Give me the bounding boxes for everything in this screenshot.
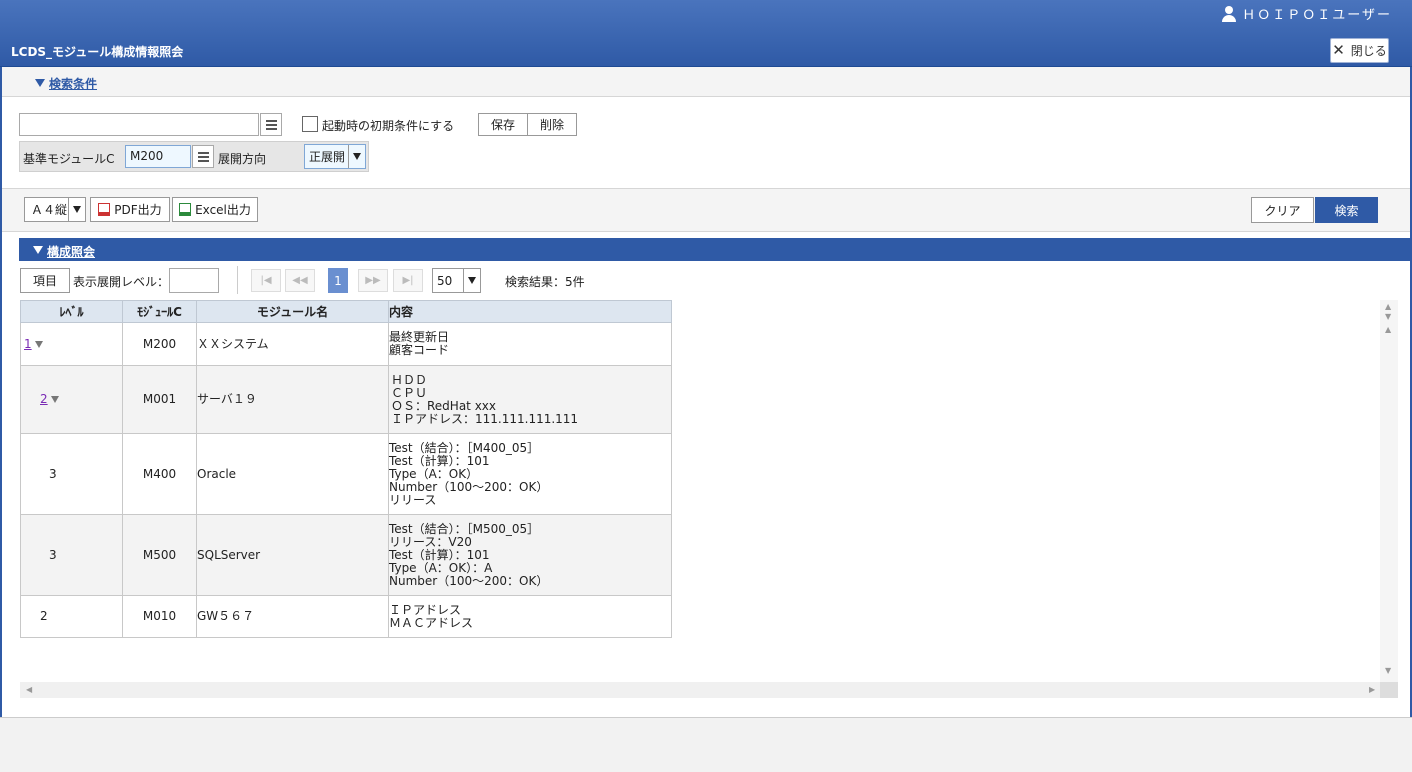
chevron-down-icon	[463, 269, 480, 292]
expand-triangle-icon[interactable]	[34, 340, 43, 348]
save-button[interactable]: 保存	[478, 113, 528, 136]
chevron-down-icon	[348, 145, 365, 168]
module-code: M010	[122, 595, 197, 638]
display-level-input[interactable]	[169, 268, 219, 293]
content-cell: ＨＤＤ ＣＰＵ ＯＳ：RedHat xxx ＩＰアドレス：111.111.111.11…	[388, 365, 672, 434]
search-form-grid: 基準モジュールC M200 展開方向 正展開	[19, 141, 369, 172]
collapse-triangle-icon	[33, 246, 43, 254]
module-name: SQLServer	[196, 514, 389, 596]
column-header-content[interactable]: 内容	[388, 300, 672, 323]
scroll-corner	[1380, 682, 1398, 698]
user-name: ＨＯＩＰＯＩユーザー	[1242, 8, 1392, 23]
search-condition-input[interactable]	[19, 113, 259, 136]
excel-icon	[179, 203, 192, 216]
default-condition-label: 起動時の初期条件にする	[322, 119, 455, 133]
direction-label: 展開方向	[218, 152, 267, 166]
content-cell: Test（結合）：［M500_05］ リリース：V20 Test（計算）：101 Ty…	[388, 514, 672, 596]
clear-button[interactable]: クリア	[1251, 197, 1314, 223]
pdf-export-button[interactable]: PDF出力	[90, 197, 170, 222]
table-row[interactable]: 2 M001 サーバ１９ ＨＤＤ ＣＰＵ ＯＳ：RedHat xxx ＩＰアドレス：1…	[20, 365, 672, 434]
base-module-label: 基準モジュールC	[23, 152, 115, 166]
level-link[interactable]: 2	[40, 392, 48, 406]
close-button[interactable]: ✕ 閉じる	[1330, 38, 1389, 63]
search-button[interactable]: 検索	[1315, 197, 1378, 223]
scroll-down-icon[interactable]: ▼	[1385, 312, 1391, 321]
table-row[interactable]: 3 M500 SQLServer Test（結合）：［M500_05］ リリース：…	[20, 514, 672, 596]
result-table: ﾚﾍﾞﾙ ﾓｼﾞｭｰﾙC モジュール名 内容 1 M200 ＸＸシステム 最終更…	[20, 300, 672, 638]
list-icon	[197, 151, 209, 154]
search-section-label[interactable]: 検索条件	[49, 75, 97, 92]
default-condition-checkbox[interactable]	[302, 116, 318, 132]
last-page-button[interactable]: ▶|	[393, 269, 423, 292]
chevron-down-icon	[68, 198, 85, 221]
first-page-button[interactable]: |◀	[251, 269, 281, 292]
level-link[interactable]: 1	[24, 337, 32, 351]
list-icon	[265, 119, 277, 122]
scroll-left-icon[interactable]: ◀	[26, 685, 32, 694]
excel-export-button[interactable]: Excel出力	[172, 197, 258, 222]
scroll-right-icon[interactable]: ▶	[1369, 685, 1375, 694]
search-section-header[interactable]: 検索条件	[2, 67, 1410, 97]
result-count: 検索結果：5件	[505, 275, 585, 289]
module-code: M400	[122, 433, 197, 515]
base-module-list-button[interactable]	[192, 145, 214, 168]
module-name: Oracle	[196, 433, 389, 515]
module-name: サーバ１９	[196, 365, 389, 434]
level-value: 2	[20, 595, 123, 638]
base-module-input[interactable]: M200	[125, 145, 191, 168]
pdf-icon	[98, 203, 111, 216]
footer-area	[0, 717, 1412, 772]
divider	[237, 266, 238, 294]
title-bar: ＨＯＩＰＯＩユーザー LCDS_モジュール構成情報照会 ✕ 閉じる	[0, 0, 1412, 67]
module-name: ＸＸシステム	[196, 322, 389, 366]
module-name: GW５６７	[196, 595, 389, 638]
table-row[interactable]: 2 M010 GW５６７ ＩＰアドレス ＭＡＣアドレス	[20, 595, 672, 638]
current-page-button[interactable]: 1	[328, 268, 348, 293]
page-size-select[interactable]: 50	[432, 268, 481, 293]
delete-button[interactable]: 削除	[527, 113, 577, 136]
paper-size-select[interactable]: Ａ４縦	[24, 197, 86, 222]
content-cell: Test（結合）：［M400_05］ Test（計算）：101 Type（A：OK）…	[388, 433, 672, 515]
column-header-level[interactable]: ﾚﾍﾞﾙ	[20, 300, 123, 323]
horizontal-scrollbar[interactable]: ◀ ▶	[20, 682, 1380, 698]
result-section-label[interactable]: 構成照会	[47, 243, 95, 260]
expand-triangle-icon[interactable]	[50, 396, 59, 403]
prev-page-icon: ◀◀	[292, 275, 308, 286]
collapse-triangle-icon	[35, 79, 45, 87]
vertical-scrollbar[interactable]: ▲ ▼ ▲ ▼	[1380, 300, 1398, 682]
table-row[interactable]: 3 M400 Oracle Test（結合）：［M400_05］ Test（計算）…	[20, 433, 672, 515]
scroll-up-icon[interactable]: ▲	[1385, 325, 1391, 334]
column-header-name[interactable]: モジュール名	[196, 300, 389, 323]
user-icon	[1222, 5, 1237, 22]
last-page-icon: ▶|	[402, 275, 414, 286]
next-page-button[interactable]: ▶▶	[358, 269, 388, 292]
toolbar: Ａ４縦 PDF出力 Excel出力 クリア 検索	[2, 188, 1410, 232]
prev-page-button[interactable]: ◀◀	[285, 269, 315, 292]
level-value: 3	[20, 433, 123, 515]
table-row[interactable]: 1 M200 ＸＸシステム 最終更新日 顧客コード	[20, 322, 672, 366]
scroll-up-icon[interactable]: ▲	[1385, 302, 1391, 311]
page-title: LCDS_モジュール構成情報照会	[11, 45, 184, 59]
column-header-code[interactable]: ﾓｼﾞｭｰﾙC	[122, 300, 197, 323]
module-code: M500	[122, 514, 197, 596]
result-section-header[interactable]: 構成照会	[19, 238, 1410, 261]
direction-select[interactable]: 正展開	[304, 144, 366, 169]
condition-list-button[interactable]	[260, 113, 282, 136]
content-cell: 最終更新日 顧客コード	[388, 322, 672, 366]
first-page-icon: |◀	[260, 275, 272, 286]
display-level-label: 表示展開レベル：	[73, 275, 170, 289]
level-value: 3	[20, 514, 123, 596]
next-page-icon: ▶▶	[365, 275, 381, 286]
items-button[interactable]: 項目	[20, 268, 70, 293]
close-icon: ✕	[1332, 41, 1345, 59]
scroll-down-icon[interactable]: ▼	[1385, 666, 1391, 675]
module-code: M200	[122, 322, 197, 366]
user-menu[interactable]: ＨＯＩＰＯＩユーザー	[1222, 4, 1392, 23]
content-cell: ＩＰアドレス ＭＡＣアドレス	[388, 595, 672, 638]
table-header-row: ﾚﾍﾞﾙ ﾓｼﾞｭｰﾙC モジュール名 内容	[20, 300, 672, 323]
main-panel: 検索条件 起動時の初期条件にする 保存 削除 基準モジュールC M200 展開方…	[0, 67, 1412, 717]
module-code: M001	[122, 365, 197, 434]
